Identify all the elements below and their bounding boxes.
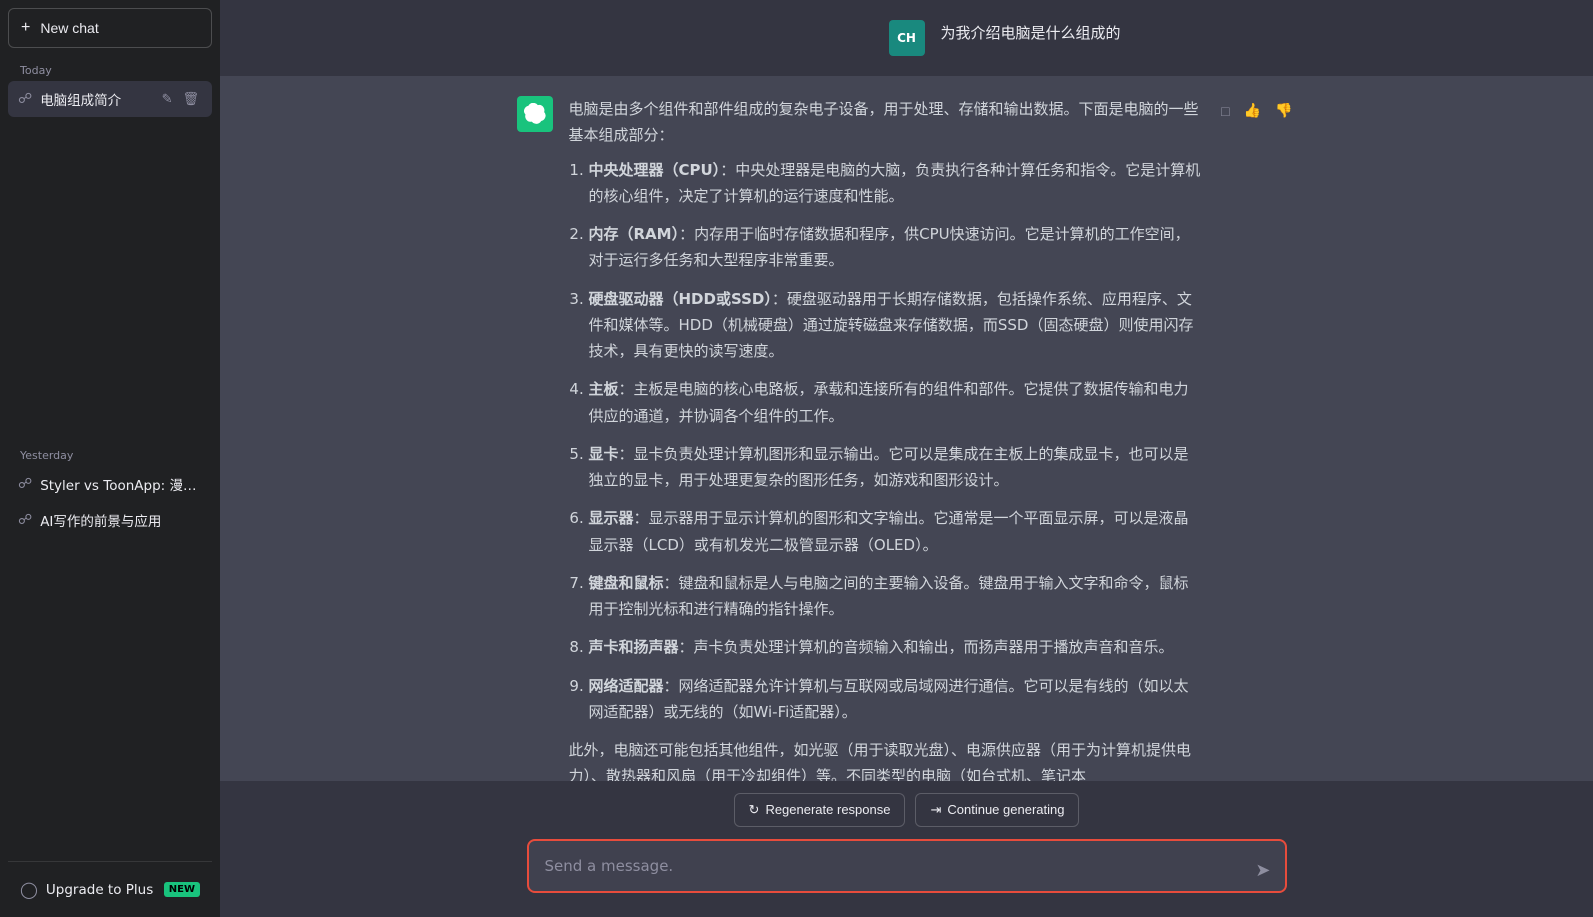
new-badge: NEW (164, 882, 200, 897)
sidebar-item-label-styler: Styler vs ToonApp: 漫画脸优劣 (40, 474, 202, 494)
sidebar-item-label-ai: AI写作的前景与应用 (40, 510, 202, 530)
message-input[interactable] (527, 839, 1287, 894)
edit-button[interactable]: ✎ (159, 89, 176, 109)
chat-content-area: CH 为我介绍电脑是什么组成的 电脑是由多个组件和部件组成的复杂电子设备，用于处… (220, 0, 1593, 781)
list-item: 显示器：显示器用于显示计算机的图形和文字输出。它通常是一个平面显示屏，可以是液晶… (589, 505, 1202, 558)
sidebar-item-dian-nao[interactable]: ☍ 电脑组成简介 ✎ 🗑 (8, 81, 212, 117)
upgrade-button[interactable]: ◯ Upgrade to Plus NEW (8, 870, 212, 909)
new-chat-label: New chat (40, 20, 98, 36)
bottom-bar: ↻ Regenerate response ⇥ Continue generat… (220, 781, 1593, 917)
item-actions: ✎ 🗑 (159, 89, 202, 109)
thumbs-up-button[interactable]: 👍 (1240, 98, 1265, 123)
regen-icon: ↻ (749, 802, 760, 818)
sidebar-item-label: 电脑组成简介 (40, 89, 150, 109)
regenerate-label: Regenerate response (765, 802, 890, 817)
list-item: 硬盘驱动器（HDD或SSD）：硬盘驱动器用于长期存储数据，包括操作系统、应用程序… (589, 286, 1202, 365)
message-actions: □ 👍 👎 (1217, 96, 1296, 123)
ai-avatar (517, 96, 553, 132)
upgrade-label: Upgrade to Plus (46, 882, 156, 898)
list-item: 主板：主板是电脑的核心电路板，承载和连接所有的组件和部件。它提供了数据传输和电力… (589, 376, 1202, 429)
list-item: 内存（RAM）：内存用于临时存储数据和程序，供CPU快速访问。它是计算机的工作空… (589, 221, 1202, 274)
list-item: 中央处理器（CPU）：中央处理器是电脑的大脑，负责执行各种计算任务和指令。它是计… (589, 157, 1202, 210)
send-icon: ➤ (1255, 860, 1270, 880)
sidebar-bottom: ◯ Upgrade to Plus NEW (8, 861, 212, 909)
action-buttons: ↻ Regenerate response ⇥ Continue generat… (734, 793, 1080, 827)
copy-button[interactable]: □ (1217, 98, 1233, 123)
continue-label: Continue generating (947, 802, 1064, 817)
send-button[interactable]: ➤ (1251, 856, 1274, 885)
user-avatar: CH (889, 20, 925, 56)
input-row: ➤ (527, 839, 1287, 898)
ai-row-inner: 电脑是由多个组件和部件组成的复杂电子设备，用于处理、存储和输出数据。下面是电脑的… (517, 96, 1297, 781)
thumbs-down-button[interactable]: 👎 (1271, 98, 1296, 123)
chat-icon: ☍ (18, 91, 32, 107)
delete-button[interactable]: 🗑 (179, 89, 202, 109)
new-chat-button[interactable]: + New chat (8, 8, 212, 48)
chat-icon-ai: ☍ (18, 512, 32, 528)
today-label: Today (8, 56, 212, 81)
ai-intro-text: 电脑是由多个组件和部件组成的复杂电子设备，用于处理、存储和输出数据。下面是电脑的… (569, 96, 1202, 149)
list-item: 网络适配器：网络适配器允许计算机与互联网或局域网进行通信。它可以是有线的（如以太… (589, 673, 1202, 726)
sidebar-item-ai-writing[interactable]: ☍ AI写作的前景与应用 (8, 502, 212, 538)
continue-button[interactable]: ⇥ Continue generating (915, 793, 1079, 827)
ai-message-row: 电脑是由多个组件和部件组成的复杂电子设备，用于处理、存储和输出数据。下面是电脑的… (220, 76, 1593, 781)
list-item: 显卡：显卡负责处理计算机图形和显示输出。它可以是集成在主板上的集成显卡，也可以是… (589, 441, 1202, 494)
regenerate-button[interactable]: ↻ Regenerate response (734, 793, 906, 827)
user-row-inner: CH 为我介绍电脑是什么组成的 (517, 20, 1297, 56)
ai-message-content: 电脑是由多个组件和部件组成的复杂电子设备，用于处理、存储和输出数据。下面是电脑的… (569, 96, 1202, 781)
ai-list: 中央处理器（CPU）：中央处理器是电脑的大脑，负责执行各种计算任务和指令。它是计… (569, 157, 1202, 726)
ai-footer-text: 此外，电脑还可能包括其他组件，如光驱（用于读取光盘）、电源供应器（用于为计算机提… (569, 737, 1202, 781)
chat-icon-styler: ☍ (18, 476, 32, 492)
user-icon: ◯ (20, 880, 38, 899)
main-content: CH 为我介绍电脑是什么组成的 电脑是由多个组件和部件组成的复杂电子设备，用于处… (220, 0, 1593, 917)
user-message-content: 为我介绍电脑是什么组成的 (941, 20, 1297, 46)
yesterday-label: Yesterday (8, 441, 212, 466)
list-item: 键盘和鼠标：键盘和鼠标是人与电脑之间的主要输入设备。键盘用于输入文字和命令，鼠标… (589, 570, 1202, 623)
continue-icon: ⇥ (930, 802, 941, 818)
sidebar-item-styler[interactable]: ☍ Styler vs ToonApp: 漫画脸优劣 (8, 466, 212, 502)
sidebar: + New chat Today ☍ 电脑组成简介 ✎ 🗑 Yesterday … (0, 0, 220, 917)
plus-icon: + (21, 19, 30, 37)
user-message-row: CH 为我介绍电脑是什么组成的 (220, 0, 1593, 76)
list-item: 声卡和扬声器：声卡负责处理计算机的音频输入和输出，而扬声器用于播放声音和音乐。 (589, 634, 1202, 660)
